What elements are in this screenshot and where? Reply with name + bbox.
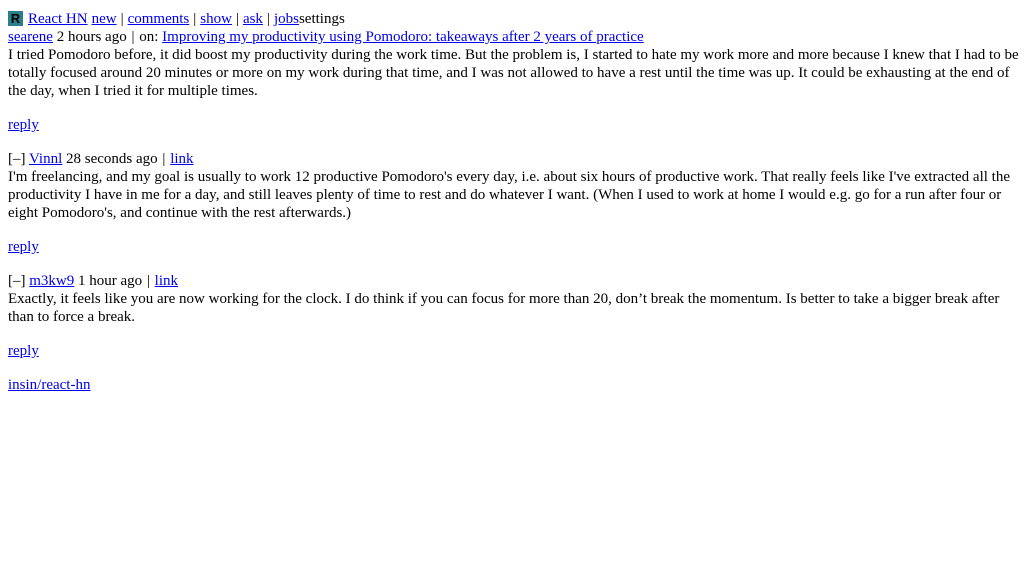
comment-age: 1 hour ago <box>78 273 143 289</box>
nav-ask-link[interactable]: ask <box>243 10 263 28</box>
app-name-link[interactable]: React HN <box>28 10 88 28</box>
comment-age: 28 seconds ago <box>66 151 158 167</box>
root-comment-reply-row: reply <box>8 116 1026 134</box>
collapse-toggle[interactable]: [–] <box>8 151 26 167</box>
story-title-link[interactable]: Improving my productivity using Pomodoro… <box>162 29 644 45</box>
root-comment-text: I tried Pomodoro before, it did boost my… <box>8 47 1019 99</box>
nav-separator: | <box>266 11 270 27</box>
nav-comments-link[interactable]: comments <box>128 10 190 28</box>
comment-header: [–] m3kw9 1 hour ago | link <box>8 272 1026 290</box>
comment-permalink[interactable]: link <box>155 273 178 289</box>
meta-separator: | <box>131 29 135 45</box>
nav-show-link[interactable]: show <box>200 10 232 28</box>
root-comment-author-link[interactable]: searene <box>8 29 53 45</box>
comment-header: [–] Vinnl 28 seconds ago | link <box>8 150 1026 168</box>
header: R React HN new | comments | show | ask |… <box>8 10 1026 28</box>
footer: insin/react-hn <box>8 376 1026 394</box>
reply-link[interactable]: reply <box>8 239 39 255</box>
nav-separator: | <box>235 11 239 27</box>
repo-link[interactable]: insin/react-hn <box>8 377 90 393</box>
root-comment-age: 2 hours ago <box>56 29 127 45</box>
comment-permalink[interactable]: link <box>170 151 193 167</box>
comment-text: Exactly, it feels like you are now worki… <box>8 291 1000 325</box>
comment-vinnl: [–] Vinnl 28 seconds ago | link I'm free… <box>8 150 1026 256</box>
page: R React HN new | comments | show | ask |… <box>8 10 1026 394</box>
reply-link[interactable]: reply <box>8 343 39 359</box>
collapse-toggle[interactable]: [–] <box>8 273 26 289</box>
react-hn-logo-icon[interactable]: R <box>8 10 23 26</box>
nav-jobs-link[interactable]: jobs <box>274 10 299 28</box>
comment-reply-row: reply <box>8 342 1026 360</box>
nav-separator: | <box>120 11 124 27</box>
comment-author-link[interactable]: m3kw9 <box>29 273 74 289</box>
root-reply-link[interactable]: reply <box>8 117 39 133</box>
comment-m3kw9: [–] m3kw9 1 hour ago | link Exactly, it … <box>8 272 1026 360</box>
comment-reply-row: reply <box>8 238 1026 256</box>
meta-separator: | <box>146 273 150 289</box>
meta-separator: | <box>162 151 166 167</box>
comment-author-link[interactable]: Vinnl <box>29 151 62 167</box>
comment-text: I'm freelancing, and my goal is usually … <box>8 169 1010 221</box>
nav-separator: | <box>193 11 197 27</box>
nav-new-link[interactable]: new <box>92 10 117 28</box>
root-comment-meta: searene 2 hours ago | on: Improving my p… <box>8 28 1026 46</box>
settings-link[interactable]: settings <box>299 10 345 28</box>
on-label: on: <box>139 29 159 45</box>
